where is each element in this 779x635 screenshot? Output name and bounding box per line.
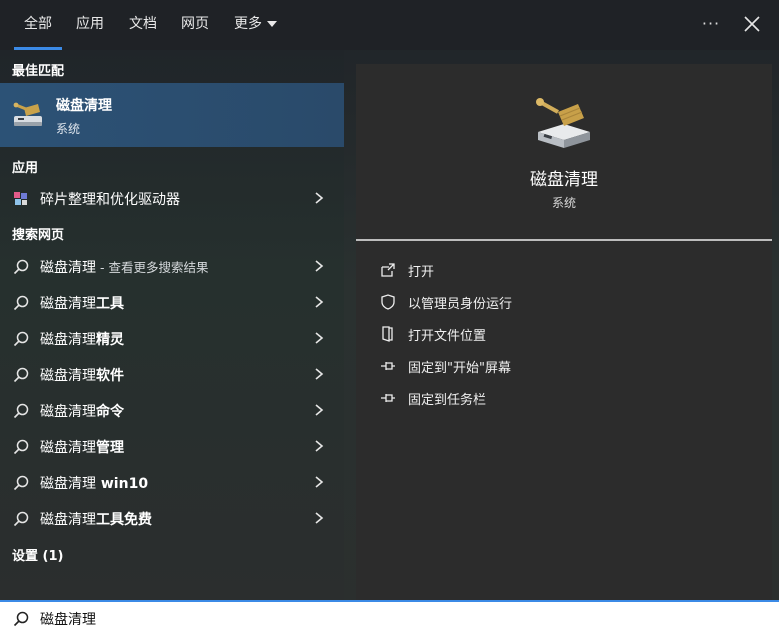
web-result-3[interactable]: 磁盘清理软件 [0,356,344,392]
chevron-right-icon [315,404,324,416]
search-icon [13,439,29,455]
action-label: 固定到任务栏 [408,393,487,408]
section-settings[interactable]: 设置 (1) [12,545,63,564]
preview-divider [356,239,772,241]
open-icon [381,263,395,277]
web-result-5[interactable]: 磁盘清理管理 [0,428,344,464]
web-result-query: 磁盘清理 [40,296,96,312]
action-pin-start[interactable]: 固定到"开始"屏幕 [376,353,756,379]
search-icon [13,403,29,419]
web-result-query: 磁盘清理 [40,476,96,492]
search-icon [13,295,29,311]
folder-icon [382,326,393,342]
web-result-query: 磁盘清理 [40,404,96,420]
app-item-defrag[interactable]: 碎片整理和优化驱动器 [0,180,344,216]
web-result-1[interactable]: 磁盘清理工具 [0,284,344,320]
chevron-right-icon [315,512,324,524]
web-result-query: 磁盘清理 [40,332,96,348]
web-result-6[interactable]: 磁盘清理 win10 [0,464,344,500]
chevron-right-icon [315,368,324,380]
chevron-right-icon [315,440,324,452]
search-icon [13,259,29,275]
chevron-right-icon [315,332,324,344]
chevron-right-icon [315,476,324,488]
web-result-suggestion: 工具免费 [96,512,152,528]
best-match-subtitle: 系统 [56,122,81,136]
more-options-icon[interactable]: ··· [700,12,722,36]
search-bar [0,600,779,635]
action-open[interactable]: 打开 [376,257,756,283]
action-label: 打开 [408,265,435,280]
search-icon [13,331,29,347]
web-result-7[interactable]: 磁盘清理工具免费 [0,500,344,536]
web-result-query: 磁盘清理 [40,368,96,384]
disk-cleanup-icon [13,102,42,126]
shield-icon [381,294,395,310]
pin-icon [381,362,395,370]
web-result-suggestion: win10 [96,476,149,492]
action-label: 打开文件位置 [408,329,487,344]
tab-web[interactable]: 网页 [181,0,209,50]
web-result-query: 磁盘清理 [40,260,96,276]
web-result-more: - 查看更多搜索结果 [96,260,209,275]
best-match-title: 磁盘清理 [56,98,112,114]
chevron-right-icon [315,296,324,308]
tab-all[interactable]: 全部 [14,0,62,50]
search-icon [13,367,29,383]
web-result-suggestion: 命令 [96,404,124,420]
search-window: 全部 应用 文档 网页 更多 ··· 最佳匹配 磁盘清理 系统 应用 碎片整理和… [0,0,779,635]
chevron-right-icon [315,192,324,204]
action-open-file-location[interactable]: 打开文件位置 [376,321,756,347]
web-result-suggestion: 工具 [96,296,124,312]
tab-apps[interactable]: 应用 [76,0,104,50]
web-result-suggestion: 管理 [96,440,124,456]
preview-subtitle: 系统 [551,196,576,210]
search-input[interactable] [38,606,742,632]
web-result-suggestion: 精灵 [96,332,124,348]
action-label: 固定到"开始"屏幕 [408,361,511,376]
web-result-suggestion: 软件 [96,368,124,384]
results-list: 最佳匹配 磁盘清理 系统 应用 碎片整理和优化驱动器 搜索网页 磁盘清理 - 查… [0,50,344,600]
close-icon[interactable] [740,12,764,36]
section-web: 搜索网页 [12,228,65,243]
chevron-down-icon [267,21,277,27]
chevron-right-icon [315,260,324,272]
tab-documents[interactable]: 文档 [129,0,157,50]
search-icon [13,511,29,527]
search-icon [13,611,29,627]
section-apps: 应用 [12,161,39,176]
action-pin-taskbar[interactable]: 固定到任务栏 [376,385,756,411]
action-label: 以管理员身份运行 [408,297,513,312]
tab-more[interactable]: 更多 [234,0,277,50]
disk-cleanup-icon [536,98,590,148]
best-match-item[interactable]: 磁盘清理 系统 [0,83,344,147]
preview-panel: 磁盘清理 系统 打开 以管理员身份运行 打开文件位置 固定到"开始"屏幕 固定到… [356,64,772,600]
web-result-2[interactable]: 磁盘清理精灵 [0,320,344,356]
action-run-as-admin[interactable]: 以管理员身份运行 [376,289,756,315]
tab-bar: 全部 应用 文档 网页 更多 ··· [0,0,779,50]
search-icon [13,475,29,491]
pin-icon [381,394,395,402]
preview-title: 磁盘清理 [530,170,598,190]
web-result-query: 磁盘清理 [40,440,96,456]
app-item-label: 碎片整理和优化驱动器 [40,192,180,208]
defrag-icon [14,192,27,205]
section-best-match: 最佳匹配 [12,64,65,79]
web-result-query: 磁盘清理 [40,512,96,528]
web-result-0[interactable]: 磁盘清理 - 查看更多搜索结果 [0,248,344,284]
web-result-4[interactable]: 磁盘清理命令 [0,392,344,428]
